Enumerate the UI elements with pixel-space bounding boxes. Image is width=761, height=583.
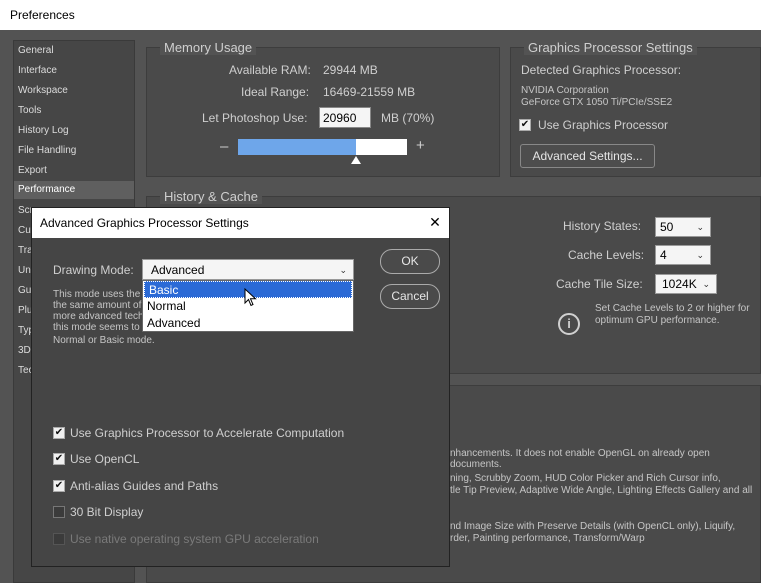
dialog-title: Advanced Graphics Processor Settings [40, 216, 249, 230]
gpu-vendor: NVIDIA Corporation [521, 85, 609, 96]
advanced-settings-button[interactable]: Advanced Settings... [520, 144, 655, 168]
30-bit-display-checkbox[interactable] [53, 506, 65, 518]
cache-tile-size-label: Cache Tile Size: [556, 277, 643, 291]
use-gpu-checkbox[interactable]: ✔ [519, 119, 531, 131]
memory-decrease-button[interactable]: – [220, 138, 228, 155]
drawing-mode-value: Advanced [151, 263, 205, 277]
history-states-dropdown[interactable]: 50 ⌄ [655, 217, 711, 237]
gpu-model: GeForce GTX 1050 Ti/PCIe/SSE2 [521, 97, 673, 108]
mouse-cursor-icon [244, 288, 257, 307]
history-cache-title: History & Cache [160, 189, 262, 204]
ideal-range-label: Ideal Range: [241, 85, 310, 99]
available-ram-label: Available RAM: [229, 63, 311, 77]
sidebar-item-guides[interactable]: Gu [18, 285, 31, 296]
mode-desc-line-2: the same amount of [53, 300, 142, 311]
history-states-value: 50 [660, 220, 674, 234]
gpu-description-line-3: tle Tip Preview, Adaptive Wide Angle, Li… [450, 485, 753, 496]
advanced-gpu-dialog: Advanced Graphics Processor Settings ✕ D… [31, 207, 450, 567]
chevron-down-icon: ⌄ [339, 264, 347, 275]
memory-percent-suffix: MB (70%) [381, 111, 435, 125]
window-title: Preferences [10, 8, 75, 22]
cache-levels-value: 4 [660, 248, 667, 262]
cache-levels-dropdown[interactable]: 4 ⌄ [655, 245, 711, 265]
dialog-titlebar: Advanced Graphics Processor Settings [32, 208, 449, 238]
sidebar-item-history-log[interactable]: History Log [18, 125, 69, 136]
chevron-down-icon: ⌄ [702, 279, 710, 289]
available-ram-value: 29944 MB [323, 63, 378, 77]
history-states-label: History States: [563, 219, 642, 233]
ideal-range-value: 16469-21559 MB [323, 85, 416, 99]
info-icon: i [558, 313, 580, 335]
cache-levels-label: Cache Levels: [568, 248, 645, 262]
sidebar-item-workspace[interactable]: Workspace [18, 85, 68, 96]
antialias-label: Anti-alias Guides and Paths [70, 479, 219, 493]
sidebar-item-cursors[interactable]: Cu [18, 225, 31, 236]
native-gpu-acceleration-checkbox [53, 533, 65, 545]
mode-desc-line-5: Normal or Basic mode. [53, 335, 155, 346]
gpu-description-line-4: nd Image Size with Preserve Details (wit… [450, 521, 736, 532]
sidebar-item-tools[interactable]: Tools [18, 105, 41, 116]
sidebar-item-performance[interactable]: Performance [14, 181, 134, 199]
gpu-description-line-5: rder, Painting performance, Transform/Wa… [450, 533, 645, 544]
drawing-mode-dropdown[interactable]: Advanced ⌄ [142, 259, 354, 280]
drawing-mode-label: Drawing Mode: [53, 263, 134, 277]
native-gpu-acceleration-label: Use native operating system GPU accelera… [70, 532, 319, 546]
sidebar-item-units[interactable]: Un [18, 265, 31, 276]
detected-gpu-label: Detected Graphics Processor: [521, 63, 682, 77]
accelerate-computation-label: Use Graphics Processor to Accelerate Com… [70, 426, 345, 440]
memory-slider-thumb[interactable] [351, 156, 362, 164]
sidebar-item-3d[interactable]: 3D [18, 345, 31, 356]
window-titlebar: Preferences [0, 0, 761, 30]
memory-slider-track[interactable] [238, 139, 407, 155]
sidebar-item-general[interactable]: General [18, 45, 54, 56]
cache-tile-size-value: 1024K [662, 277, 697, 291]
ok-button[interactable]: OK [380, 249, 440, 274]
drawing-mode-option-advanced[interactable]: Advanced [143, 315, 353, 332]
cache-tip-line-2: optimum GPU performance. [595, 315, 720, 326]
mode-desc-line-4: this mode seems to [53, 322, 140, 333]
cache-tile-size-dropdown[interactable]: 1024K ⌄ [655, 274, 717, 294]
cache-tip-line-1: Set Cache Levels to 2 or higher for [595, 303, 750, 314]
accelerate-computation-checkbox[interactable]: ✔ [53, 427, 65, 439]
cancel-button[interactable]: Cancel [380, 284, 440, 309]
memory-amount-input[interactable]: 20960 [319, 107, 371, 128]
memory-slider-fill [238, 139, 357, 155]
let-photoshop-use-label: Let Photoshop Use: [202, 111, 308, 125]
memory-increase-button[interactable]: + [416, 137, 425, 154]
gpu-description-line-1: nhancements. It does not enable OpenGL o… [450, 448, 710, 470]
use-gpu-label: Use Graphics Processor [538, 118, 669, 132]
sidebar-item-file-handling[interactable]: File Handling [18, 145, 76, 156]
opencl-label: Use OpenCL [70, 452, 140, 466]
opencl-checkbox[interactable]: ✔ [53, 453, 65, 465]
sidebar-item-export[interactable]: Export [18, 165, 47, 176]
mode-desc-line-3: more advanced tech [53, 311, 144, 322]
chevron-down-icon: ⌄ [696, 222, 704, 232]
mode-desc-line-1: This mode uses the [53, 289, 141, 300]
gpu-settings-title: Graphics Processor Settings [524, 40, 697, 55]
close-icon[interactable]: ✕ [427, 214, 443, 232]
chevron-down-icon: ⌄ [696, 250, 704, 260]
antialias-checkbox[interactable]: ✔ [53, 480, 65, 492]
memory-usage-title: Memory Usage [160, 40, 257, 55]
30-bit-display-label: 30 Bit Display [70, 505, 144, 519]
gpu-description-line-2: ning, Scrubby Zoom, HUD Color Picker and… [450, 473, 721, 484]
sidebar-item-interface[interactable]: Interface [18, 65, 57, 76]
